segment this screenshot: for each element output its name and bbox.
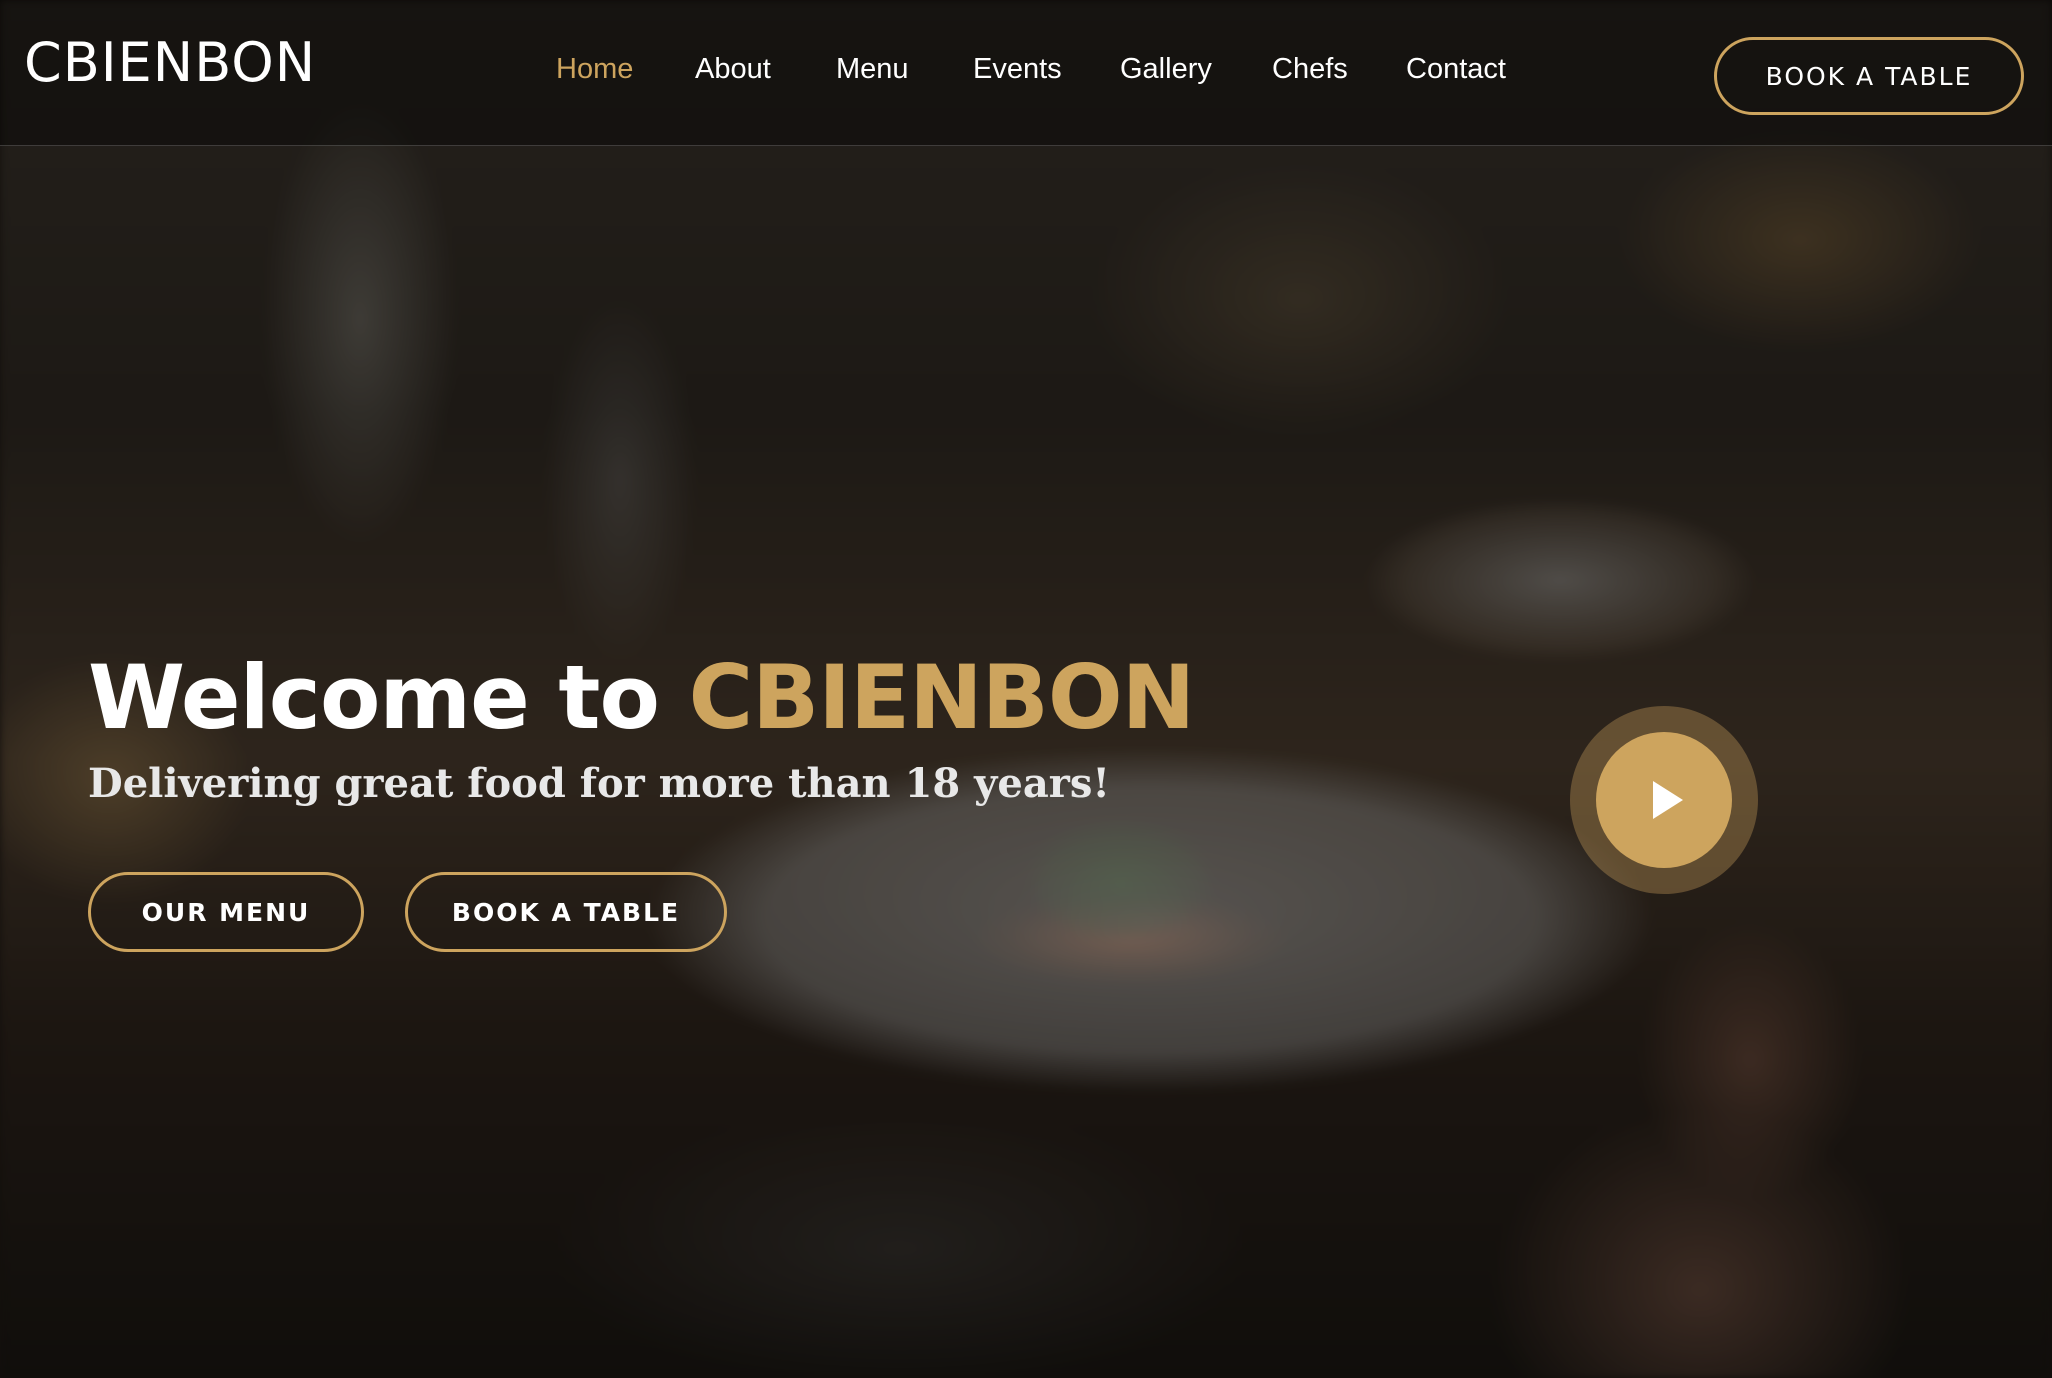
nav-link-gallery[interactable]: Gallery	[1120, 52, 1212, 87]
nav-link-about[interactable]: About	[695, 52, 771, 87]
nav-link-menu[interactable]: Menu	[836, 52, 909, 87]
site-header: CBIENBON Home About Menu Events Gallery …	[0, 0, 2052, 146]
nav-item-contact: Contact	[1406, 52, 1506, 87]
nav-item-events: Events	[973, 52, 1062, 87]
hero-section: CBIENBON Home About Menu Events Gallery …	[0, 0, 2052, 1378]
play-button-inner	[1596, 732, 1732, 868]
nav-link-events[interactable]: Events	[973, 52, 1062, 87]
nav-item-menu: Menu	[836, 52, 913, 87]
play-video-button[interactable]	[1570, 706, 1758, 894]
nav-item-chefs: Chefs	[1272, 52, 1348, 87]
hero-title: Welcome to CBIENBON	[88, 649, 1195, 747]
nav-link-chefs[interactable]: Chefs	[1272, 52, 1348, 87]
nav-link-home[interactable]: Home	[556, 52, 633, 87]
main-nav: Home About Menu Events Gallery Chefs Con…	[556, 52, 1506, 87]
nav-link-contact[interactable]: Contact	[1406, 52, 1506, 87]
hero-subtitle: Delivering great food for more than 18 y…	[88, 760, 1110, 807]
hero-book-table-button[interactable]: BOOK A TABLE	[405, 872, 727, 952]
hero-title-highlight: CBIENBON	[688, 646, 1196, 749]
our-menu-button[interactable]: OUR MENU	[88, 872, 364, 952]
nav-item-gallery: Gallery	[1120, 52, 1212, 87]
header-book-table-button[interactable]: BOOK A TABLE	[1714, 37, 2024, 115]
play-icon	[1653, 781, 1683, 819]
hero-title-prefix: Welcome to	[88, 646, 689, 749]
nav-item-home: Home	[556, 52, 635, 87]
nav-item-about: About	[695, 52, 776, 87]
logo[interactable]: CBIENBON	[24, 36, 316, 90]
